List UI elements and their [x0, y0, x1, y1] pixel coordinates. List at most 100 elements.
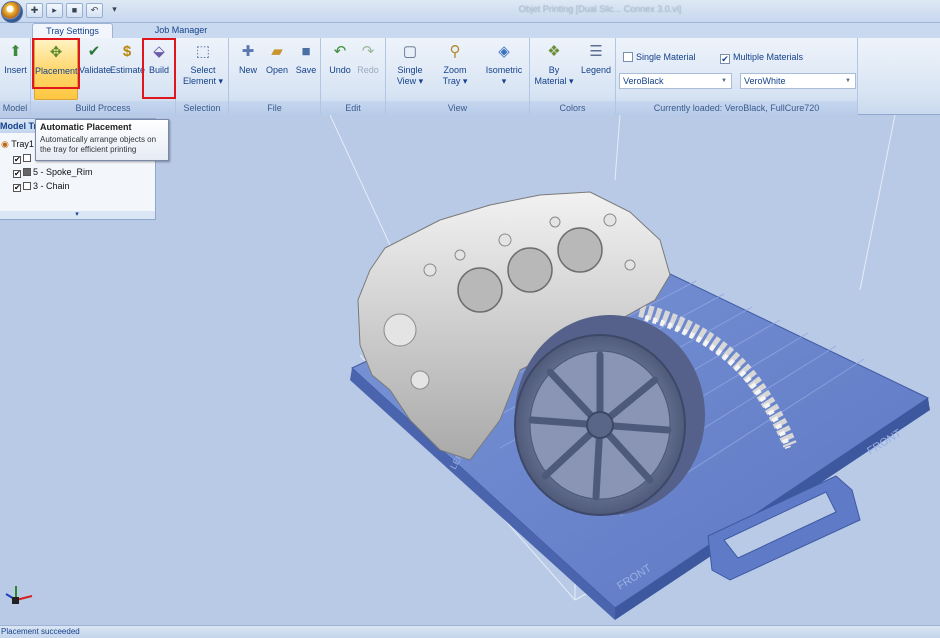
group-label-selection: Selection: [176, 101, 228, 115]
axis-triad-icon: [5, 586, 33, 604]
save-label: Save: [295, 65, 317, 75]
new-button[interactable]: ✚ New: [235, 38, 261, 100]
undo-icon: ↶: [333, 43, 347, 60]
group-label-edit: Edit: [321, 101, 385, 115]
qat-new-tray-icon[interactable]: ✚: [26, 3, 43, 18]
insert-label: Insert: [4, 65, 27, 75]
redo-label: Redo: [357, 65, 379, 75]
title-bar: ✚ ▸ ■ ↶ ▾ Objet Printing [Dual Slic... C…: [0, 0, 940, 23]
application-menu-button[interactable]: [1, 1, 23, 23]
by-material-button[interactable]: ❖ By Material ▾: [534, 38, 574, 100]
single-material-label: Single Material: [636, 52, 696, 62]
group-label-colors: Colors: [530, 101, 615, 115]
multiple-materials-checkbox[interactable]: ✔ Multiple Materials: [720, 52, 803, 64]
tooltip-body: Automatically arrange objects on the tra…: [40, 135, 157, 154]
group-label-model: Model: [0, 101, 30, 115]
undo-button[interactable]: ↶ Undo: [327, 38, 353, 100]
legend-button[interactable]: ☰ Legend: [578, 38, 614, 100]
group-label-file: File: [229, 101, 320, 115]
single-view-button[interactable]: ▢ Single View ▾: [392, 38, 428, 100]
quick-access-toolbar: ✚ ▸ ■ ↶ ▾: [26, 3, 123, 18]
legend-label: Legend: [580, 65, 612, 75]
validate-button[interactable]: ✔ Validate: [79, 38, 111, 100]
estimate-icon: $: [122, 43, 132, 60]
tree-item-spoke-rim[interactable]: ✔ 5 - Spoke_Rim: [13, 167, 93, 178]
zoom-tray-label-1: Zoom: [443, 65, 467, 75]
tree-item-chain[interactable]: ✔ 3 - Chain: [13, 181, 70, 192]
by-material-label-2: Material ▾: [534, 76, 574, 86]
tree-item-checkbox[interactable]: ✔: [13, 170, 21, 178]
zoom-tray-button[interactable]: ⚲ Zoom Tray ▾: [436, 38, 474, 100]
undo-label: Undo: [329, 65, 351, 75]
tree-collapse-handle[interactable]: ▾: [0, 211, 155, 219]
ribbon-tabs: Tray Settings Job Manager: [0, 23, 940, 38]
material-2-select[interactable]: VeroWhite ▼: [740, 73, 856, 89]
estimate-label: Estimate: [110, 65, 146, 75]
group-label-view: View: [386, 101, 529, 115]
single-view-label-1: Single: [397, 65, 423, 75]
select-element-label-1: Select: [190, 65, 216, 75]
multiple-materials-checkmark-icon: ✔: [720, 54, 730, 64]
isometric-button[interactable]: ◈ Isometric ▾: [482, 38, 526, 100]
chevron-down-icon: ▼: [845, 78, 851, 84]
qat-undo-icon[interactable]: ↶: [86, 3, 103, 18]
single-material-checkbox[interactable]: Single Material: [623, 52, 696, 62]
qat-open-icon[interactable]: ▸: [46, 3, 63, 18]
qat-customize-button[interactable]: ▾: [106, 3, 123, 18]
group-selection: ⬚ Select Element ▾ Selection: [176, 38, 229, 115]
tree-root-tray[interactable]: ◉ Tray1: [1, 139, 34, 150]
open-button[interactable]: ▰ Open: [262, 38, 292, 100]
status-bar: Placement succeeded: [0, 625, 940, 638]
material-1-select[interactable]: VeroBlack ▼: [619, 73, 732, 89]
placement-tooltip: Automatic Placement Automatically arrang…: [35, 119, 169, 161]
isometric-label-1: Isometric: [485, 65, 523, 75]
insert-button[interactable]: ⬆ Insert: [1, 38, 30, 100]
tree-item-label: 3 - Chain: [33, 181, 70, 191]
tooltip-title: Automatic Placement: [40, 122, 132, 132]
tab-tray-settings[interactable]: Tray Settings: [32, 23, 113, 38]
group-materials: Single Material ✔ Multiple Materials Vero…: [616, 38, 858, 115]
tree-item-color-swatch: [23, 154, 31, 162]
by-material-icon: ❖: [547, 43, 561, 60]
by-material-label-1: By: [548, 65, 560, 75]
zoom-tray-label-2: Tray ▾: [442, 76, 468, 86]
tree-root-label: Tray1: [11, 139, 34, 149]
group-edit: ↶ Undo ↷ Redo Edit: [321, 38, 386, 115]
group-model: ⬆ Insert Model: [0, 38, 31, 115]
open-folder-icon: ▰: [271, 43, 283, 60]
tree-item-checkbox[interactable]: ✔: [13, 184, 21, 192]
single-material-box: [623, 52, 633, 62]
select-element-button[interactable]: ⬚ Select Element ▾: [180, 38, 226, 100]
build-highlight-box: [142, 38, 176, 99]
tab-job-manager[interactable]: Job Manager: [140, 23, 222, 38]
new-file-icon: ✚: [241, 43, 255, 60]
material-2-value: VeroWhite: [744, 76, 786, 86]
qat-save-icon[interactable]: ■: [66, 3, 83, 18]
chevron-down-icon: ▼: [721, 78, 727, 84]
zoom-magnifier-icon: ⚲: [449, 43, 461, 60]
tree-item-checkbox[interactable]: ✔: [13, 156, 21, 164]
ribbon: ⬆ Insert Model ✥ Placement ✔ Validate $ …: [0, 38, 940, 115]
validate-label: Validate: [79, 65, 111, 75]
redo-button[interactable]: ↷ Redo: [355, 38, 381, 100]
window-title: Objet Printing [Dual Slic... Connex 3.0.…: [518, 4, 682, 14]
estimate-button[interactable]: $ Estimate: [110, 38, 146, 100]
select-element-icon: ⬚: [195, 43, 211, 60]
placement-highlight-box: [32, 38, 80, 89]
isometric-label-2: ▾: [501, 76, 507, 86]
isometric-cube-icon: ◈: [498, 43, 510, 60]
save-button[interactable]: ■ Save: [293, 38, 319, 100]
tree-item-color-swatch: [23, 182, 31, 190]
group-colors: ❖ By Material ▾ ☰ Legend Colors: [530, 38, 616, 115]
new-label: New: [238, 65, 257, 75]
validate-icon: ✔: [87, 43, 101, 60]
group-view: ▢ Single View ▾ ⚲ Zoom Tray ▾ ◈ Isometri…: [386, 38, 530, 115]
legend-list-icon: ☰: [589, 43, 603, 60]
spoke-rim-model: [514, 315, 705, 516]
group-label-materials: Currently loaded: VeroBlack, FullCure720: [616, 101, 857, 115]
tray-icon: ◉: [1, 139, 9, 149]
tree-item[interactable]: ✔: [13, 153, 33, 164]
multiple-materials-label: Multiple Materials: [733, 52, 804, 62]
insert-icon: ⬆: [9, 43, 22, 60]
save-icon: ■: [301, 43, 311, 60]
